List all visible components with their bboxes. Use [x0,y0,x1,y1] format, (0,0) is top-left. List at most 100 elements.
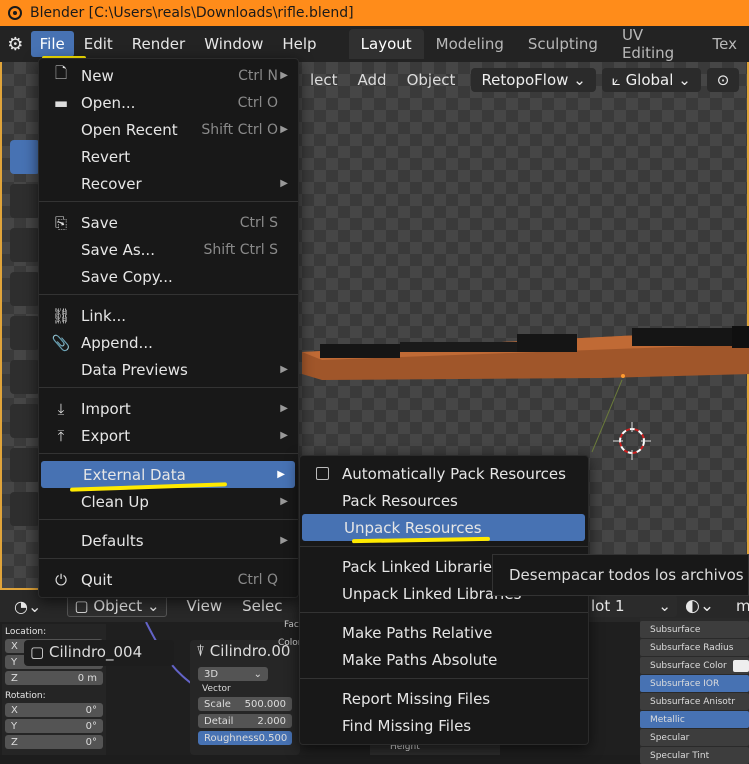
rotation-x-field[interactable]: X 0° [5,703,103,717]
annotate-tool-icon[interactable] [10,404,40,438]
tooltip: Desempacar todos los archivos en [492,554,749,596]
menu-item-open-recent[interactable]: Open Recent Shift Ctrl O ▶ [39,116,298,143]
slot-dropdown[interactable]: lot 1 ⌄ [585,595,677,617]
blender-logo-icon [8,6,22,20]
color-socket-label: Color [278,638,302,648]
tab-uv-editing[interactable]: UV Editing [610,20,701,68]
menu-item-save-as[interactable]: Save As... Shift Ctrl S [39,236,298,263]
chevron-down-icon: ⌄ [573,71,586,89]
pivot-icon: ⊙ [716,71,730,89]
link-icon: ⛓ [51,306,71,325]
menu-select[interactable]: lect [300,67,348,93]
menu-item-append[interactable]: 📎 Append... [39,329,298,356]
menu-item-import[interactable]: ⤓ Import ▶ [39,395,298,422]
node-noise-texture[interactable]: ⍒ Cilindro.00 3D ⌄ Vector Scale 500.000 De… [190,640,300,755]
menu-item-revert[interactable]: Revert [39,143,298,170]
menu-divider [300,612,588,613]
retopoflow-dropdown[interactable]: RetopoFlow ⌄ [471,68,596,92]
menu-render[interactable]: Render [123,31,194,57]
menu-help[interactable]: Help [273,31,325,57]
menu-select-nodes[interactable]: Selec [242,597,282,615]
principled-bsdf-node[interactable]: Subsurface Subsurface Radius Subsurface … [640,618,749,764]
menu-item-export[interactable]: ⤒ Export ▶ [39,422,298,449]
bsdf-subsurface-ior[interactable]: Subsurface IOR [640,675,749,692]
bsdf-specular-tint[interactable]: Specular Tint [640,747,749,764]
menu-item-paths-relative[interactable]: Make Paths Relative [300,619,588,646]
menu-item-link[interactable]: ⛓ Link... [39,302,298,329]
menu-window[interactable]: Window [195,31,272,57]
menu-object[interactable]: Object [397,67,466,93]
menu-divider [39,387,298,388]
orientation-dropdown[interactable]: ⟀ Global ⌄ [601,68,701,92]
menu-item-defaults[interactable]: Defaults ▶ [39,527,298,554]
blender-menu-icon[interactable]: ⚙ [0,34,31,55]
dimension-dropdown[interactable]: 3D ⌄ [198,667,268,681]
scale-field[interactable]: Scale 500.000 [198,697,292,711]
export-icon: ⤒ [57,426,65,445]
menu-item-open[interactable]: ▬ Open... Ctrl O [39,89,298,116]
cursor-tool-icon[interactable] [10,184,40,218]
rotate-tool-icon[interactable] [10,272,40,306]
move-tool-icon[interactable] [10,228,40,262]
material-sphere-icon[interactable]: ◐⌄ [685,596,714,616]
orientation-icon: ⟀ [611,71,621,89]
bsdf-specular[interactable]: Specular [640,729,749,746]
menu-view[interactable]: View [187,597,223,615]
menu-item-clean-up[interactable]: Clean Up ▶ [39,488,298,515]
menu-item-recover[interactable]: Recover ▶ [39,170,298,197]
node-image-texture[interactable]: ▢ Cilindro_004 [24,640,174,666]
menu-item-new[interactable]: 🗋 New Ctrl N ▶ [39,62,298,89]
location-z-field[interactable]: Z0 m [5,671,103,685]
bsdf-subsurface-color[interactable]: Subsurface Color [640,657,749,674]
menu-file[interactable]: File [30,31,74,57]
scale-tool-icon[interactable] [10,316,40,350]
bsdf-subsurface-radius[interactable]: Subsurface Radius [640,639,749,656]
submenu-arrow-icon: ▶ [277,469,285,480]
bsdf-metallic[interactable]: Metallic [640,711,749,728]
detail-field[interactable]: Detail 2.000 [198,714,292,728]
checkbox-icon[interactable] [316,467,329,480]
top-menubar: ⚙ File Edit Render Window Help Layout Mo… [0,26,749,62]
roughness-field[interactable]: Roughness 0.500 [198,731,292,745]
menu-edit[interactable]: Edit [75,31,122,57]
pivot-dropdown[interactable]: ⊙ [706,68,740,92]
menu-item-report-missing[interactable]: Report Missing Files [300,685,588,712]
measure-tool-icon[interactable] [10,448,40,482]
tab-texture[interactable]: Tex [701,29,749,59]
bsdf-subsurface-anisotropy[interactable]: Subsurface Anisotr [640,693,749,710]
menu-item-quit[interactable]: ⏻ Quit Ctrl Q [39,566,298,593]
submenu-arrow-icon: ▶ [280,70,288,81]
tab-sculpting[interactable]: Sculpting [516,29,610,59]
menu-item-find-missing[interactable]: Find Missing Files [300,712,588,739]
save-icon: ⎘ [54,213,67,232]
vector-socket-label: Vector [202,684,231,694]
rotation-z-field[interactable]: Z 0° [5,735,103,749]
tab-modeling[interactable]: Modeling [424,29,516,59]
menu-item-save-copy[interactable]: Save Copy... [39,263,298,290]
material-name[interactable]: m [736,597,749,615]
menu-item-save[interactable]: ⎘ Save Ctrl S [39,209,298,236]
rotation-y-field[interactable]: Y 0° [5,719,103,733]
viewport-header: lect Add Object RetopoFlow ⌄ ⟀ Global ⌄ … [300,64,749,96]
select-tool-icon[interactable] [10,140,40,174]
menu-item-paths-absolute[interactable]: Make Paths Absolute [300,646,588,673]
menu-item-data-previews[interactable]: Data Previews ▶ [39,356,298,383]
new-file-icon: 🗋 [54,64,68,82]
add-cube-tool-icon[interactable] [10,492,40,526]
submenu-arrow-icon: ▶ [280,364,288,375]
menu-item-auto-pack[interactable]: Automatically Pack Resources [300,460,588,487]
bsdf-subsurface[interactable]: Subsurface [640,621,749,638]
submenu-arrow-icon: ▶ [280,124,288,135]
color-swatch[interactable] [733,659,749,672]
rotation-label: Rotation: [5,691,46,701]
object-mode-dropdown[interactable]: ▢ Object ⌄ [67,595,167,617]
editor-type-icon[interactable]: ◔⌄ [14,597,41,616]
power-icon: ⏻ [55,570,67,589]
menu-divider [39,519,298,520]
tab-layout[interactable]: Layout [348,29,424,59]
transform-tool-icon[interactable] [10,360,40,394]
submenu-arrow-icon: ▶ [280,403,288,414]
menu-add[interactable]: Add [348,67,397,93]
menu-item-pack-resources[interactable]: Pack Resources [300,487,588,514]
external-data-submenu: Automatically Pack Resources Pack Resour… [299,455,589,745]
